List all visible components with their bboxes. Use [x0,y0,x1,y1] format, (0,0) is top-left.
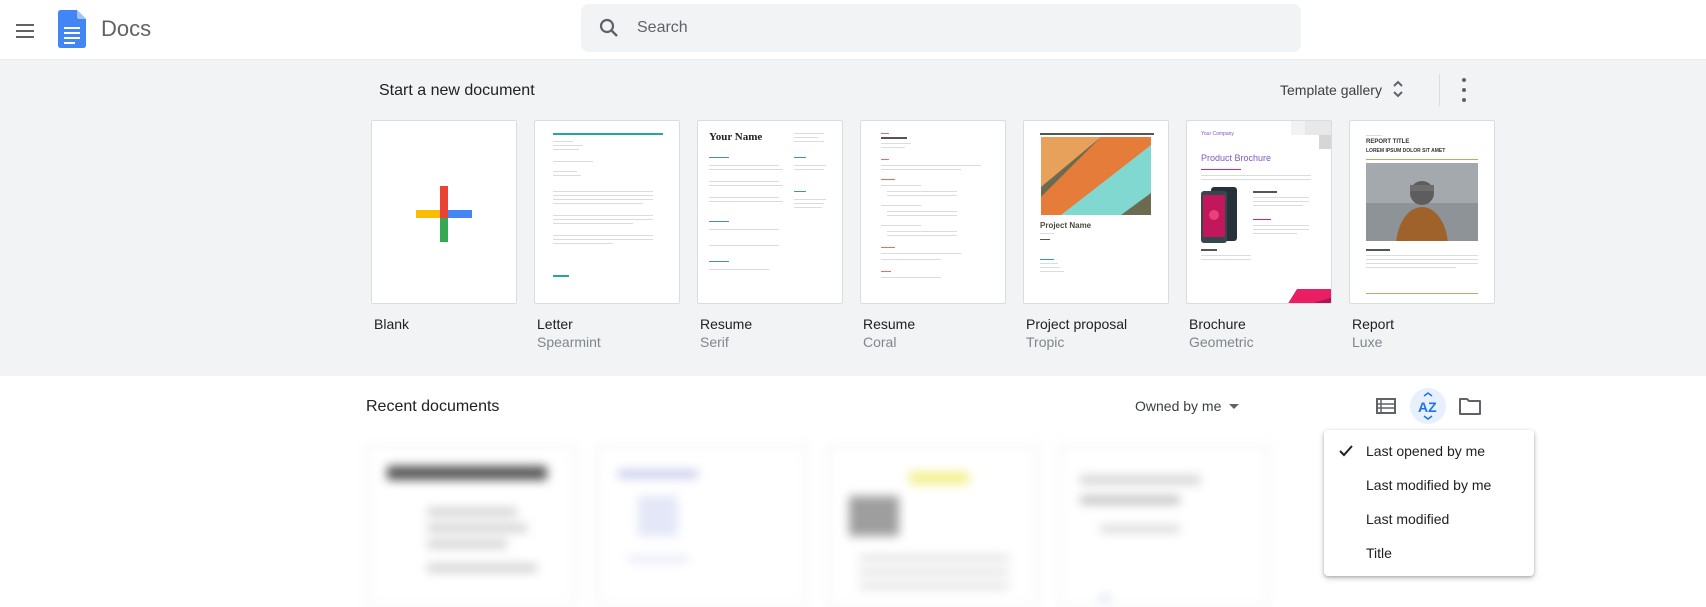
unfold-icon [1392,79,1404,102]
sort-option-label: Last opened by me [1366,443,1486,459]
template-gallery-label: Template gallery [1280,82,1382,98]
template-subtitle: Serif [700,334,729,350]
thumb-heading: Project Name [1040,221,1092,230]
sort-menu: Last opened by me Last modified by me La… [1324,430,1534,576]
thumb-subheading: LOREM IPSUM DOLOR SIT AMET [1366,148,1446,154]
sort-option-label: Title [1366,545,1392,561]
template-thumbnail[interactable]: Project Name [1023,120,1169,304]
list-view-icon[interactable] [1368,388,1404,424]
owned-by-filter[interactable]: Owned by me [1135,392,1240,420]
app-name[interactable]: Docs [101,16,151,42]
recent-document-card[interactable] [366,445,576,607]
sort-option-label: Last modified [1366,511,1450,527]
template-gallery-button[interactable]: Template gallery [1270,72,1414,108]
template-name: Letter [537,316,573,332]
app-header: Docs [0,0,1706,60]
recent-document-card[interactable] [828,445,1038,607]
recent-documents-title: Recent documents [366,398,500,415]
main-menu-icon[interactable] [12,14,44,46]
template-section: Start a new document Template gallery Bl… [0,60,1706,376]
svg-text:AZ: AZ [1418,399,1437,415]
template-thumbnail[interactable]: REPORT TITLE LOREM IPSUM DOLOR SIT AMET [1349,120,1495,304]
template-blank[interactable]: Blank [371,120,517,334]
template-letter-spearmint[interactable]: Letter Spearmint [534,120,680,350]
template-resume-coral[interactable]: Resume Coral [860,120,1006,350]
sort-option-title[interactable]: Title [1324,536,1534,570]
template-thumbnail[interactable] [534,120,680,304]
start-new-document-title: Start a new document [379,82,535,99]
template-subtitle: Geometric [1189,334,1254,350]
folder-icon[interactable] [1452,388,1488,424]
report-photo [1366,163,1478,241]
sort-option-label: Last modified by me [1366,477,1492,493]
template-thumbnail[interactable] [371,120,517,304]
sort-option-last-modified-by-me[interactable]: Last modified by me [1324,468,1534,502]
owned-by-label: Owned by me [1135,398,1222,414]
proposal-cover-art [1041,137,1151,215]
recent-document-card[interactable] [597,445,807,607]
template-thumbnail[interactable] [860,120,1006,304]
thumb-company: Your Company [1201,131,1234,137]
caret-down-icon [1229,403,1240,409]
toolbar-divider [1439,74,1440,106]
sort-option-last-opened-by-me[interactable]: Last opened by me [1324,434,1534,468]
template-subtitle: Luxe [1352,334,1383,350]
template-report-luxe[interactable]: REPORT TITLE LOREM IPSUM DOLOR SIT AMET … [1349,120,1495,350]
sort-options-icon[interactable]: AZ [1410,388,1446,424]
search-bar[interactable] [581,4,1301,52]
template-name: Project proposal [1026,316,1128,332]
template-name: Resume [700,316,753,332]
template-brochure-geometric[interactable]: Your Company Product Brochure Brochure G… [1186,120,1332,350]
search-input[interactable] [637,14,1277,42]
template-project-proposal-tropic[interactable]: Project Name Project proposal Tropic [1023,120,1169,350]
template-thumbnail[interactable]: Your Company Product Brochure [1186,120,1332,304]
sort-option-last-modified[interactable]: Last modified [1324,502,1534,536]
check-icon [1338,443,1354,462]
template-subtitle: Tropic [1026,334,1065,350]
template-subtitle: Spearmint [537,334,601,350]
thumb-heading: REPORT TITLE [1366,139,1410,145]
thumb-heading: Your Name [709,131,763,143]
plus-icon [416,186,472,242]
docs-logo-icon[interactable] [58,10,86,53]
template-name: Blank [374,316,410,332]
search-icon[interactable] [597,16,621,45]
phone-image [1201,187,1237,243]
template-name: Report [1352,316,1395,332]
recent-document-card[interactable] [1059,445,1269,607]
more-options-icon[interactable] [1448,72,1480,108]
thumb-heading: Product Brochure [1201,153,1272,163]
template-name: Resume [863,316,916,332]
template-subtitle: Coral [863,334,897,350]
template-resume-serif[interactable]: Your Name Resume Serif [697,120,843,350]
template-name: Brochure [1189,316,1246,332]
template-thumbnail[interactable]: Your Name [697,120,843,304]
